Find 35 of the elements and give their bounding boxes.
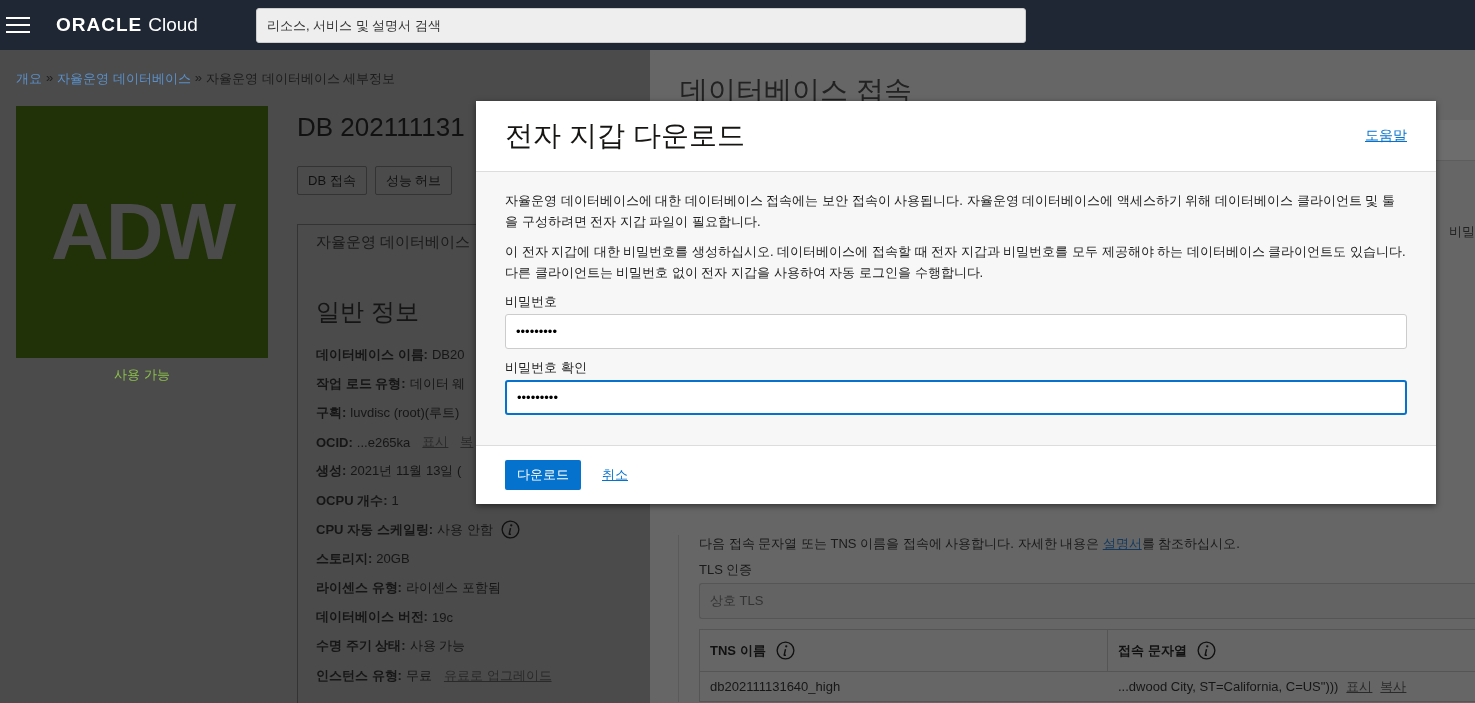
breadcrumb-link[interactable]: 자율운영 데이터베이스 bbox=[57, 70, 191, 88]
dialog-title: 전자 지갑 다운로드 bbox=[505, 119, 745, 153]
field-label: 비밀번호 확인 bbox=[505, 359, 588, 377]
cell-link[interactable]: 복사 bbox=[1380, 677, 1407, 696]
cell-link[interactable]: 표시 bbox=[1346, 677, 1373, 696]
info-icon[interactable] bbox=[1196, 641, 1216, 660]
dialog-text: 자율운영 데이터베이스에 대한 데이터베이스 접속에는 보안 접속이 사용됩니다. 자율운영 데이터베이스에 액세스하기 위해 데이터베이스 클라이언트 및 툴을 구성하려면 전자 지갑 파일이 필요합니다. bbox=[505, 192, 1396, 231]
table-cell: ...dwood City, ST=California, C=US"))) bbox=[1118, 679, 1339, 694]
column-header: 접속 문자열 bbox=[1118, 641, 1187, 660]
action-button[interactable]: 성능 허브 bbox=[374, 166, 453, 195]
table-cell-text: db202111131640_high bbox=[709, 678, 842, 696]
cancel-link[interactable]: 취소 bbox=[602, 466, 628, 484]
dialog-text: 이 전자 지갑에 대한 비밀번호를 생성하십시오. 데이터베이스에 접속할 때 전자 지갑과 비밀번호를 모두 제공해야 하는 데이터베이스 클라이언트도 있습니다. 다른 클라이언트는 비밀번호 없이 전자 지갑을 사용하여 자동 로그인을 수행합니다. bbox=[505, 243, 1407, 282]
breadcrumb-text: » bbox=[194, 70, 203, 87]
field-label: TLS 인증 bbox=[699, 561, 754, 579]
field-label: 비밀번호 bbox=[505, 293, 558, 311]
search-field[interactable]: 리소스, 서비스 및 설명서 검색 bbox=[256, 7, 1026, 43]
breadcrumb-text: » bbox=[46, 70, 54, 87]
password-field[interactable]: ••••••••• bbox=[505, 314, 1407, 349]
download-button[interactable]: 다운로드 bbox=[505, 460, 581, 490]
description-text: 다음 접속 문자열 또는 TNS 이름을 접속에 사용합니다. 자세한 내용은 설명서 를 참조하십시오. bbox=[699, 535, 1241, 553]
info-icon[interactable] bbox=[775, 641, 795, 660]
tile-text: ADW bbox=[50, 186, 234, 278]
documentation-link[interactable]: 설명서 bbox=[1102, 536, 1142, 551]
breadcrumb-link[interactable]: 개요 bbox=[16, 70, 42, 88]
column-header: TNS 이름 bbox=[710, 641, 766, 660]
status-text: 사용 가능 bbox=[114, 366, 170, 384]
action-button[interactable]: DB 접속 bbox=[297, 166, 367, 195]
help-link[interactable]: 도움말 bbox=[1365, 127, 1407, 145]
menu-icon[interactable] bbox=[6, 17, 30, 33]
logo[interactable]: ORACLE Cloud bbox=[56, 14, 234, 36]
info-icon[interactable] bbox=[500, 520, 520, 540]
password-field[interactable]: ••••••••• bbox=[505, 380, 1407, 415]
page-title: DB 202111131 bbox=[297, 112, 465, 143]
cut-text: 비밀 bbox=[1449, 223, 1475, 241]
